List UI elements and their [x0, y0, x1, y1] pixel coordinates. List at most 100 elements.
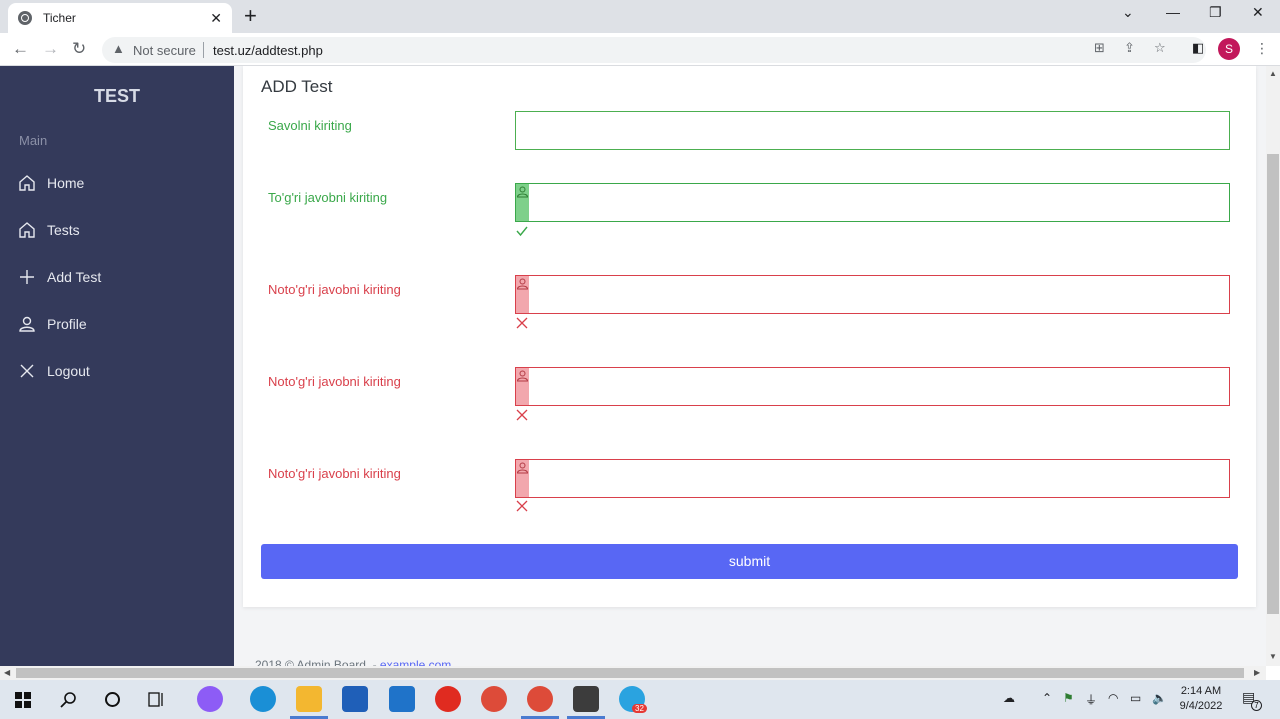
sidebar-item-home[interactable]: Home	[18, 174, 84, 192]
footer-link[interactable]: example.com	[380, 658, 451, 666]
scroll-down-icon[interactable]: ▼	[1269, 652, 1277, 661]
wrong-answer-label: Noto'g'ri javobni kiriting	[268, 374, 401, 389]
file-explorer-icon[interactable]	[296, 686, 322, 712]
correct-answer-input[interactable]	[530, 184, 1228, 221]
browser-tab[interactable]: Ticher ✕	[8, 3, 232, 33]
error-x-icon	[515, 316, 529, 330]
taskbar: 32 ☁ ⌃ ⚑ ⏚ ◠ ▭ 🔈 2:14 AM 9/4/2022 ▤ 7	[0, 680, 1280, 719]
wrong-answer-input-1[interactable]	[530, 276, 1228, 313]
sidebar-item-label: Logout	[47, 363, 90, 379]
window-close-icon[interactable]: ✕	[1252, 4, 1264, 21]
address-bar[interactable]: ▲ Not secure test.uz/addtest.php	[102, 37, 1206, 63]
tab-close-icon[interactable]: ✕	[210, 10, 222, 27]
globe-icon	[18, 11, 32, 25]
scroll-right-icon[interactable]: ▶	[1254, 668, 1260, 677]
sidebar-item-profile[interactable]: Profile	[18, 315, 87, 333]
wrong-answer-field-1[interactable]	[515, 275, 1230, 314]
browser-tabbar: Ticher ✕ + ⌄ — ❐ ✕	[0, 0, 1280, 33]
wrong-answer-label: Noto'g'ri javobni kiriting	[268, 282, 401, 297]
checkmark-icon	[515, 224, 529, 238]
mail-icon[interactable]	[389, 686, 415, 712]
more-menu-icon[interactable]: ⋮	[1255, 40, 1269, 57]
usb-icon[interactable]: ⏚	[1085, 691, 1097, 708]
sidebar-item-label: Home	[47, 175, 85, 191]
plus-icon	[18, 268, 36, 286]
windows-start-icon[interactable]	[15, 692, 31, 708]
user-icon	[516, 460, 529, 497]
error-x-icon	[515, 408, 529, 422]
alice-assistant-icon[interactable]	[197, 686, 223, 712]
question-field[interactable]	[515, 111, 1230, 150]
home-icon	[18, 221, 36, 239]
warning-icon[interactable]: ▲	[112, 41, 125, 56]
reload-icon[interactable]: ↻	[72, 39, 86, 59]
footer-text: 2018 © Admin Board. -	[255, 658, 380, 666]
yandex-icon[interactable]	[435, 686, 461, 712]
divider	[203, 42, 204, 58]
user-icon	[18, 315, 36, 333]
question-input[interactable]	[516, 112, 1229, 149]
task-view-icon[interactable]	[148, 691, 165, 708]
error-x-icon	[515, 499, 529, 513]
wrong-answer-field-3[interactable]	[515, 459, 1230, 498]
correct-answer-field[interactable]	[515, 183, 1230, 222]
chrome-icon[interactable]	[481, 686, 507, 712]
sidebar-brand[interactable]: TEST	[0, 86, 234, 107]
wrong-answer-input-2[interactable]	[530, 368, 1228, 405]
minimize-icon[interactable]: —	[1166, 4, 1180, 20]
bookmark-star-icon[interactable]: ☆	[1154, 40, 1166, 56]
cortana-icon[interactable]	[104, 691, 121, 708]
forward-icon[interactable]: →	[42, 39, 59, 59]
user-icon	[516, 368, 529, 405]
page-content: TEST Main Home Tests Add Test Profile Lo…	[0, 66, 1266, 666]
url-text[interactable]: test.uz/addtest.php	[213, 43, 323, 58]
scrollbar-thumb[interactable]	[1267, 154, 1279, 614]
scrollbar-thumb[interactable]	[16, 668, 1244, 678]
tab-search-icon[interactable]: ⌄	[1122, 4, 1134, 21]
sidebar: TEST Main Home Tests Add Test Profile Lo…	[0, 66, 234, 666]
scroll-left-icon[interactable]: ◀	[4, 668, 10, 677]
chrome-profile-icon[interactable]	[527, 686, 553, 712]
vertical-scrollbar[interactable]: ▲ ▼	[1266, 66, 1280, 666]
question-label: Savolni kiriting	[268, 118, 352, 133]
share-icon[interactable]: ⇪	[1124, 40, 1135, 56]
telegram-badge: 32	[632, 704, 647, 713]
profile-avatar[interactable]: S	[1218, 38, 1240, 60]
volume-icon[interactable]: 🔈	[1152, 691, 1167, 705]
scroll-up-icon[interactable]: ▲	[1269, 69, 1277, 78]
search-icon[interactable]	[60, 691, 77, 708]
onedrive-icon[interactable]: ☁	[1003, 691, 1015, 705]
user-icon	[516, 184, 529, 221]
page-title: ADD Test	[261, 77, 333, 96]
browser-toolbar: ← → ↻ ▲ Not secure test.uz/addtest.php ⊞…	[0, 33, 1280, 66]
sidebar-item-logout[interactable]: Logout	[18, 362, 90, 380]
translate-icon[interactable]: ⊞	[1094, 40, 1105, 56]
wrong-answer-field-2[interactable]	[515, 367, 1230, 406]
side-panel-icon[interactable]: ◧	[1192, 40, 1204, 56]
wifi-icon[interactable]: ◠	[1108, 691, 1118, 705]
user-icon	[516, 276, 529, 313]
tray-expand-icon[interactable]: ⌃	[1042, 691, 1052, 705]
flag-icon[interactable]: ⚑	[1063, 691, 1074, 705]
tab-title: Ticher	[43, 11, 76, 25]
sidebar-item-label: Tests	[47, 222, 80, 238]
new-tab-button[interactable]: +	[244, 3, 257, 29]
close-icon	[18, 362, 36, 380]
wrong-answer-input-3[interactable]	[530, 460, 1228, 497]
submit-button[interactable]: submit	[261, 544, 1238, 579]
sidebar-section-label: Main	[19, 133, 48, 148]
back-icon[interactable]: ←	[12, 39, 29, 59]
taskbar-clock[interactable]: 2:14 AM 9/4/2022	[1176, 684, 1226, 714]
sidebar-item-label: Profile	[47, 316, 87, 332]
store-icon[interactable]	[342, 686, 368, 712]
battery-icon[interactable]: ▭	[1130, 691, 1141, 705]
horizontal-scrollbar[interactable]: ◀ ▶	[0, 666, 1266, 680]
sublime-text-icon[interactable]	[573, 686, 599, 712]
sidebar-item-tests[interactable]: Tests	[18, 221, 80, 239]
clock-time: 2:14 AM	[1180, 685, 1222, 697]
edge-browser-icon[interactable]	[250, 686, 276, 712]
maximize-icon[interactable]: ❐	[1209, 4, 1222, 21]
security-label[interactable]: Not secure	[133, 43, 196, 58]
wrong-answer-label: Noto'g'ri javobni kiriting	[268, 466, 401, 481]
sidebar-item-add-test[interactable]: Add Test	[18, 268, 101, 286]
